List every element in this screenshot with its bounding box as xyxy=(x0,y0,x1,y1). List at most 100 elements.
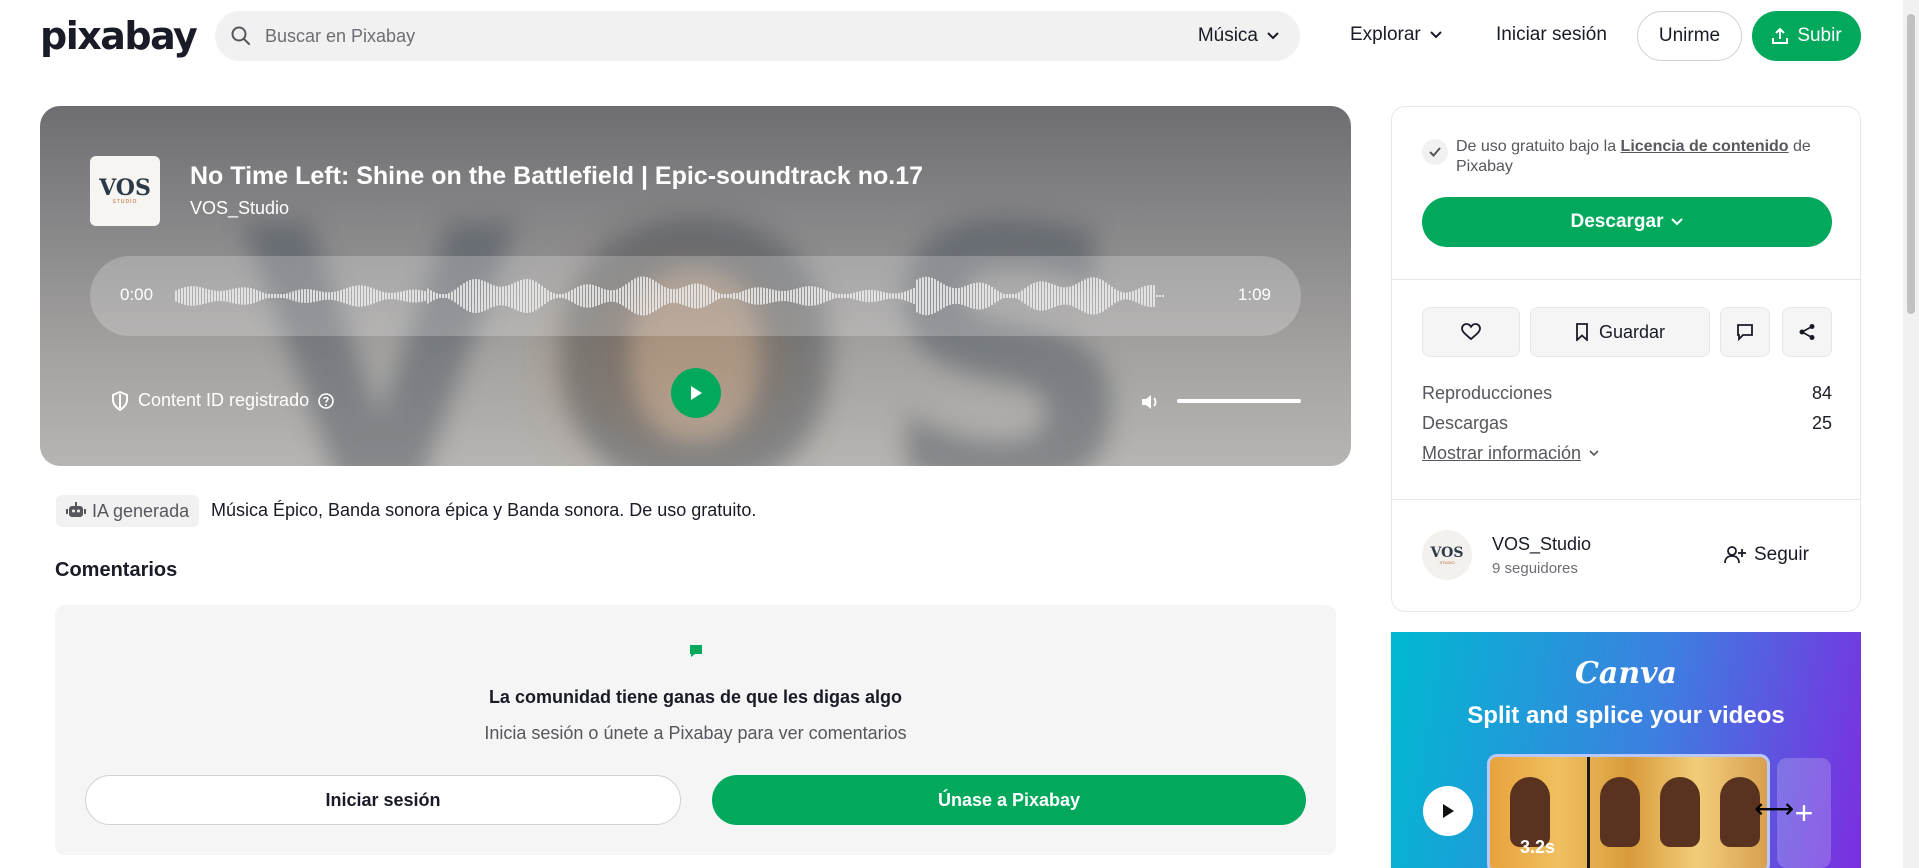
waveform-bar xyxy=(988,285,990,307)
waveform-seekbar[interactable]: 0:00 1:09 xyxy=(90,256,1301,336)
comments-heading: Comentarios xyxy=(55,559,178,581)
waveform-bar xyxy=(520,280,522,312)
comment-button[interactable] xyxy=(1720,307,1770,357)
scrollbar-thumb[interactable] xyxy=(1907,14,1915,314)
waveform-bar xyxy=(1126,292,1128,300)
waveform-bar xyxy=(1123,292,1125,300)
stat-row-downloads: Descargas 25 xyxy=(1422,413,1832,434)
waveform-bar xyxy=(1069,286,1071,306)
waveform-bar xyxy=(943,284,945,308)
chevron-down-icon xyxy=(1267,32,1279,40)
waveform-bar xyxy=(238,287,240,305)
waveform-bar xyxy=(1054,285,1056,307)
waveform-bar xyxy=(907,290,909,302)
show-more-info-link[interactable]: Mostrar información xyxy=(1422,443,1599,464)
waveform-bar xyxy=(733,292,735,300)
save-button[interactable]: Guardar xyxy=(1530,307,1710,357)
comments-login-button[interactable]: Iniciar sesión xyxy=(85,775,681,825)
user-avatar[interactable]: VOS STUDIO xyxy=(1422,530,1472,580)
waveform-bar xyxy=(787,290,789,302)
content-id-badge[interactable]: Content ID registrado xyxy=(110,390,335,411)
waveform-bar xyxy=(814,286,816,306)
waveform-bar xyxy=(235,288,237,304)
waveform-bar xyxy=(1096,277,1098,315)
license-notice: De uso gratuito bajo la Licencia de cont… xyxy=(1422,137,1832,177)
license-link[interactable]: Licencia de contenido xyxy=(1621,138,1789,155)
canva-advertisement[interactable]: Canva Split and splice your videos 3.2s … xyxy=(1391,632,1861,868)
waveform-bar xyxy=(574,288,576,304)
waveform-bar xyxy=(1009,294,1011,298)
waveform-bar xyxy=(454,289,456,303)
waveform-bar xyxy=(409,289,411,303)
search-bar[interactable]: Buscar en Pixabay Música xyxy=(215,11,1300,61)
user-name-link[interactable]: VOS_Studio xyxy=(1492,534,1591,555)
volume-slider[interactable] xyxy=(1177,399,1301,403)
waveform-bar xyxy=(607,290,609,302)
volume-icon[interactable] xyxy=(1140,393,1160,411)
like-button[interactable] xyxy=(1422,307,1520,357)
waveform-bar xyxy=(1117,290,1119,302)
waveform-bar xyxy=(316,290,318,302)
waveform-bar xyxy=(1111,286,1113,306)
waveform-bar xyxy=(517,281,519,311)
waveform-bar xyxy=(457,287,459,305)
waveform-bar xyxy=(700,283,702,309)
ad-play-button[interactable] xyxy=(1423,786,1473,836)
waveform-bar xyxy=(853,292,855,300)
waveform-bar xyxy=(595,285,597,307)
track-artist-link[interactable]: VOS_Studio xyxy=(190,198,289,219)
pixabay-logo[interactable]: pixabay xyxy=(40,16,198,56)
license-text-pre: De uso gratuito bajo la xyxy=(1456,138,1621,155)
waveform-bar xyxy=(349,286,351,306)
waveform-bar xyxy=(1057,286,1059,306)
play-button[interactable] xyxy=(671,368,721,418)
waveform-bar xyxy=(928,277,930,315)
waveform-bar xyxy=(760,287,762,305)
waveform-bar xyxy=(652,279,654,313)
waveform-bar xyxy=(481,280,483,312)
waveform-bar xyxy=(637,277,639,315)
waveform-bar xyxy=(568,291,570,301)
waveform-bar xyxy=(397,292,399,300)
share-button[interactable] xyxy=(1782,307,1832,357)
ad-tagline: Split and splice your videos xyxy=(1467,702,1785,729)
waveform-bar xyxy=(898,293,900,299)
waveform-bar xyxy=(484,281,486,311)
stat-value: 84 xyxy=(1811,383,1832,403)
comments-empty-title: La comunidad tiene ganas de que les diga… xyxy=(488,687,903,707)
search-input[interactable]: Buscar en Pixabay xyxy=(265,26,415,47)
waveform-bar xyxy=(736,293,738,299)
join-button[interactable]: Unirme xyxy=(1637,11,1742,61)
search-category-select[interactable]: Música xyxy=(1198,25,1280,47)
follow-button[interactable]: Seguir xyxy=(1724,544,1809,566)
waveform-bar xyxy=(571,289,573,303)
upload-button[interactable]: Subir xyxy=(1752,11,1861,61)
page-scrollbar[interactable] xyxy=(1903,0,1919,868)
download-sidebar: De uso gratuito bajo la Licencia de cont… xyxy=(1391,106,1861,612)
waveform-bar xyxy=(175,290,177,302)
waveform-bar xyxy=(370,287,372,305)
login-link[interactable]: Iniciar sesión xyxy=(1496,24,1607,46)
waveform-bar xyxy=(625,284,627,308)
download-button[interactable]: Descargar xyxy=(1422,197,1832,247)
help-icon[interactable] xyxy=(317,392,335,410)
waveform-bar xyxy=(985,283,987,309)
explore-menu[interactable]: Explorar xyxy=(1350,24,1443,46)
waveform-bar xyxy=(544,288,546,304)
waveform-bar xyxy=(640,276,642,316)
comments-join-button[interactable]: Únase a Pixabay xyxy=(712,775,1306,825)
waveform-bar xyxy=(850,293,852,299)
waveform-bar xyxy=(703,284,705,308)
divider xyxy=(1392,499,1860,500)
waveform-graphic[interactable] xyxy=(175,274,1235,318)
waveform-bar xyxy=(262,292,264,300)
chat-icon xyxy=(690,645,702,657)
waveform-bar xyxy=(877,290,879,302)
waveform-bar xyxy=(982,282,984,310)
waveform-bar xyxy=(463,283,465,309)
waveform-bar xyxy=(745,289,747,303)
waveform-bar xyxy=(931,277,933,315)
waveform-bar xyxy=(313,290,315,302)
track-tags: Música Épico, Banda sonora épica y Banda… xyxy=(211,500,757,520)
comment-icon xyxy=(1737,324,1753,341)
